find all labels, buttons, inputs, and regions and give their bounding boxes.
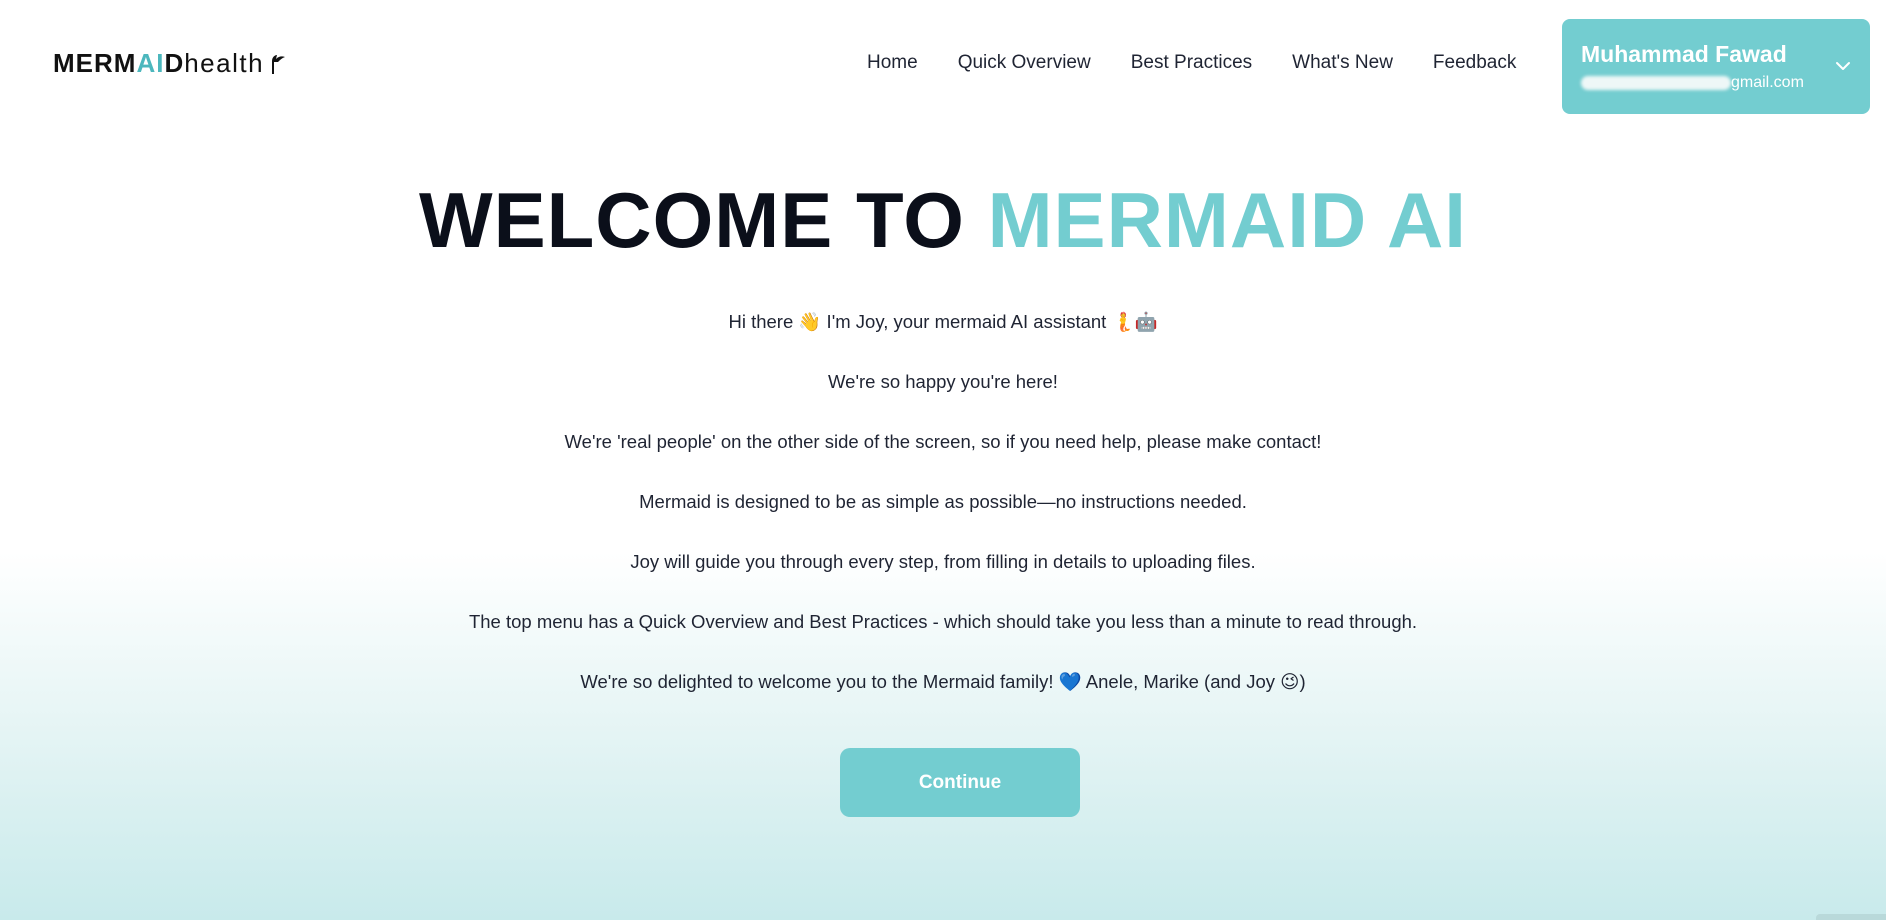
- blue-heart-icon: 💙: [1058, 672, 1082, 693]
- intro-greeting: Hi there 👋 I'm Joy, your mermaid AI assi…: [0, 310, 1886, 370]
- intro-welcome-family: We're so delighted to welcome you to the…: [0, 670, 1886, 730]
- top-header: MERM AI Dhealth Home Quick Overview Best P…: [0, 0, 1886, 130]
- family-text-3: ): [1299, 671, 1306, 692]
- intro-text: Hi there 👋 I'm Joy, your mermaid AI assi…: [0, 310, 1886, 730]
- nav-feedback[interactable]: Feedback: [1433, 52, 1516, 74]
- title-dark-part: WELCOME TO: [419, 176, 988, 264]
- chevron-down-icon[interactable]: [1835, 58, 1851, 74]
- intro-top-menu: The top menu has a Quick Overview and Be…: [468, 611, 1418, 632]
- robot-icon: 🤖: [1134, 312, 1158, 333]
- greeting-text-2: I'm Joy, your mermaid AI assistant: [821, 311, 1112, 332]
- intro-happy: We're so happy you're here!: [828, 371, 1058, 392]
- page-title: WELCOME TO MERMAID AI: [0, 175, 1886, 266]
- nav-home[interactable]: Home: [867, 52, 918, 74]
- greeting-text: Hi there: [728, 311, 799, 332]
- continue-button[interactable]: Continue: [840, 748, 1080, 817]
- logo-text-d: D: [164, 48, 185, 78]
- main-nav: Home Quick Overview Best Practices What'…: [867, 52, 1516, 74]
- user-account-menu[interactable]: Muhammad Fawad gmail.com: [1562, 19, 1870, 114]
- user-email-domain: gmail.com: [1731, 74, 1804, 91]
- user-email: gmail.com: [1581, 74, 1870, 92]
- user-name: Muhammad Fawad: [1581, 41, 1787, 67]
- nav-best-practices[interactable]: Best Practices: [1131, 52, 1252, 74]
- corner-tab[interactable]: [1816, 914, 1886, 920]
- title-accent-part: MERMAID AI: [987, 176, 1467, 264]
- mermaid-icon: 🧜: [1111, 312, 1135, 333]
- intro-simple: Mermaid is designed to be as simple as p…: [639, 491, 1247, 512]
- logo-text-health: health: [184, 48, 265, 78]
- nav-quick-overview[interactable]: Quick Overview: [958, 52, 1091, 74]
- intro-real-people: We're 'real people' on the other side of…: [564, 431, 1322, 452]
- family-text: We're so delighted to welcome you to the…: [580, 671, 1059, 692]
- family-text-2: Anele, Marike (and Joy: [1081, 671, 1281, 692]
- mermaid-tail-icon: [272, 54, 286, 74]
- email-redacted-block: [1581, 76, 1731, 90]
- waving-hand-icon: 👋: [798, 312, 822, 333]
- mermaid-health-logo[interactable]: MERM AI Dhealth: [53, 48, 286, 79]
- winking-face-icon: 😉: [1280, 672, 1300, 693]
- nav-whats-new[interactable]: What's New: [1292, 52, 1393, 74]
- logo-text-merm: MERM: [53, 48, 137, 78]
- intro-joy-guide: Joy will guide you through every step, f…: [630, 551, 1256, 572]
- logo-text-ai: AI: [136, 48, 165, 78]
